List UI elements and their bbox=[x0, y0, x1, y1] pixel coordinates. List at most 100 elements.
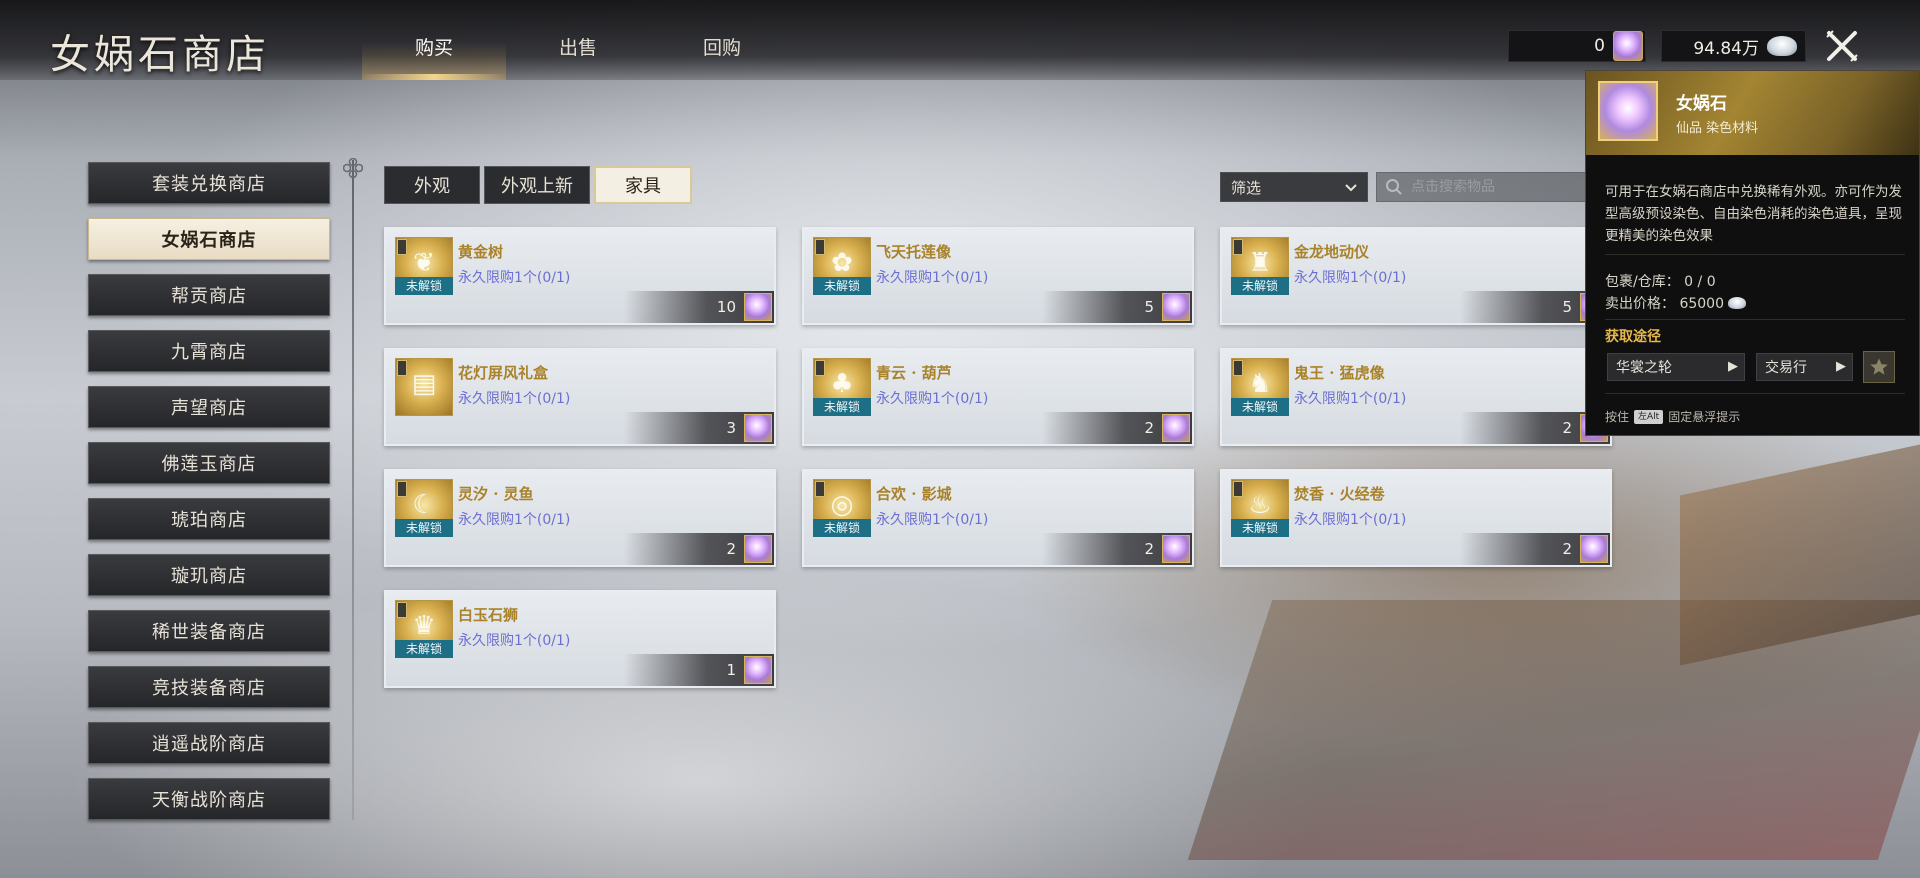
star-icon bbox=[1870, 358, 1888, 375]
sidebar-item-reputation[interactable]: 声望商店 bbox=[88, 386, 330, 428]
currency-nuwa-stone: 0 bbox=[1508, 30, 1646, 62]
item-name: 飞天托莲像 bbox=[876, 243, 952, 261]
item-name: 金龙地动仪 bbox=[1294, 243, 1370, 261]
sidebar-item-amber[interactable]: 琥珀商店 bbox=[88, 498, 330, 540]
search-input[interactable] bbox=[1409, 178, 1583, 196]
item-card[interactable]: ♛ 未解锁 白玉石狮 永久限购1个(0/1) 1 bbox=[384, 590, 776, 688]
search-icon bbox=[1386, 179, 1402, 195]
item-card[interactable]: ♨ 未解锁 焚香 · 火经卷 永久限购1个(0/1) 2 bbox=[1220, 469, 1612, 567]
sidebar-item-nuwa-stone[interactable]: 女娲石商店 bbox=[88, 218, 330, 260]
item-name: 合欢 · 影城 bbox=[876, 485, 952, 503]
nuwa-stone-icon bbox=[744, 293, 772, 321]
tab-new-appearance[interactable]: 外观上新 bbox=[484, 166, 590, 204]
tab-appearance[interactable]: 外观 bbox=[384, 166, 480, 204]
locked-badge: 未解锁 bbox=[813, 398, 871, 416]
alt-key-icon: 左Alt bbox=[1634, 409, 1664, 424]
item-price: 10 bbox=[624, 291, 774, 323]
sidebar-item-jiuxiao[interactable]: 九霄商店 bbox=[88, 330, 330, 372]
shop-sidebar: 套装兑换商店 女娲石商店 帮贡商店 九霄商店 声望商店 佛莲玉商店 琥珀商店 璇… bbox=[88, 162, 330, 834]
sidebar-item-rare-equipment[interactable]: 稀世装备商店 bbox=[88, 610, 330, 652]
favorite-star-button[interactable] bbox=[1863, 351, 1895, 383]
item-price-value: 10 bbox=[716, 298, 736, 316]
nuwa-stone-icon bbox=[1162, 414, 1190, 442]
item-price: 1 bbox=[624, 654, 774, 686]
tooltip-bag-storage: 包裹/仓库： 0 / 0 bbox=[1605, 274, 1716, 290]
item-purchase-limit: 永久限购1个(0/1) bbox=[458, 512, 571, 528]
locked-badge: 未解锁 bbox=[1231, 398, 1289, 416]
locked-badge: 未解锁 bbox=[395, 519, 453, 537]
tooltip-item-subtitle: 仙品 染色材料 bbox=[1676, 121, 1759, 136]
sidebar-item-xuanji[interactable]: 璇玑商店 bbox=[88, 554, 330, 596]
nuwa-stone-icon bbox=[1162, 535, 1190, 563]
item-purchase-limit: 永久限购1个(0/1) bbox=[876, 270, 989, 286]
item-name: 青云 · 葫芦 bbox=[876, 364, 952, 382]
triangle-right-icon: ▶ bbox=[1836, 359, 1846, 374]
currency-silver: 94.84万 bbox=[1661, 30, 1806, 62]
item-price-value: 5 bbox=[1144, 298, 1154, 316]
item-price: 5 bbox=[1042, 291, 1192, 323]
tooltip-source-title: 获取途径 bbox=[1605, 329, 1661, 345]
item-card[interactable]: ♜ 未解锁 金龙地动仪 永久限购1个(0/1) 5 bbox=[1220, 227, 1612, 325]
item-price-value: 2 bbox=[726, 540, 736, 558]
tooltip-sell-price: 卖出价格： 65000 bbox=[1605, 296, 1724, 312]
locked-badge: 未解锁 bbox=[395, 640, 453, 658]
item-price-value: 2 bbox=[1562, 419, 1572, 437]
source-label: 华裳之轮 bbox=[1616, 360, 1672, 376]
lantern-screen-giftbox-icon: ▤ bbox=[395, 358, 453, 416]
tab-furniture[interactable]: 家具 bbox=[594, 166, 692, 204]
nuwa-stone-icon bbox=[744, 656, 772, 684]
tab-buy[interactable]: 购买 bbox=[362, 0, 506, 80]
filter-dropdown[interactable]: 筛选 bbox=[1220, 172, 1368, 202]
tooltip-item-name: 女娲石 bbox=[1676, 94, 1727, 114]
item-card[interactable]: ♞ 未解锁 鬼王 · 猛虎像 永久限购1个(0/1) 2 bbox=[1220, 348, 1612, 446]
tooltip-header: 女娲石 仙品 染色材料 bbox=[1586, 71, 1919, 155]
item-price-value: 1 bbox=[726, 661, 736, 679]
item-price-value: 5 bbox=[1562, 298, 1572, 316]
item-purchase-limit: 永久限购1个(0/1) bbox=[1294, 391, 1407, 407]
currency-nuwa-stone-amount: 0 bbox=[1594, 36, 1605, 56]
item-card[interactable]: ❦ 未解锁 黄金树 永久限购1个(0/1) 10 bbox=[384, 227, 776, 325]
item-purchase-limit: 永久限购1个(0/1) bbox=[1294, 270, 1407, 286]
item-card[interactable]: ✿ 未解锁 飞天托莲像 永久限购1个(0/1) 5 bbox=[802, 227, 1194, 325]
source-button-trading-house[interactable]: 交易行 ▶ bbox=[1756, 353, 1853, 381]
locked-badge: 未解锁 bbox=[1231, 277, 1289, 295]
close-button[interactable] bbox=[1822, 26, 1862, 66]
sidebar-item-guild-contribution[interactable]: 帮贡商店 bbox=[88, 274, 330, 316]
item-card[interactable]: ☾ 未解锁 灵汐 · 灵鱼 永久限购1个(0/1) 2 bbox=[384, 469, 776, 567]
tooltip-divider bbox=[1605, 393, 1905, 394]
shop-title: 女娲石商店 bbox=[50, 32, 270, 78]
triangle-right-icon: ▶ bbox=[1728, 359, 1738, 374]
item-card[interactable]: ▤ 花灯屏风礼盒 永久限购1个(0/1) 3 bbox=[384, 348, 776, 446]
filter-label: 筛选 bbox=[1231, 178, 1262, 197]
item-card[interactable]: ◎ 未解锁 合欢 · 影城 永久限购1个(0/1) 2 bbox=[802, 469, 1194, 567]
sidebar-item-suit-exchange[interactable]: 套装兑换商店 bbox=[88, 162, 330, 204]
sidebar-item-folianyu[interactable]: 佛莲玉商店 bbox=[88, 442, 330, 484]
item-price-value: 3 bbox=[726, 419, 736, 437]
category-tabs: 外观 外观上新 家具 bbox=[384, 166, 696, 204]
tooltip-pin-hint: 按住 左Alt 固定悬浮提示 bbox=[1605, 408, 1740, 425]
search-box bbox=[1376, 172, 1596, 202]
item-purchase-limit: 永久限购1个(0/1) bbox=[876, 512, 989, 528]
tooltip-description: 可用于在女娲石商店中兑换稀有外观。亦可作为发型高级预设染色、自由染色消耗的染色道… bbox=[1605, 184, 1902, 244]
item-purchase-limit: 永久限购1个(0/1) bbox=[1294, 512, 1407, 528]
item-card[interactable]: ♣ 未解锁 青云 · 葫芦 永久限购1个(0/1) 2 bbox=[802, 348, 1194, 446]
tab-buyback[interactable]: 回购 bbox=[650, 0, 794, 80]
nuwa-stone-icon bbox=[1580, 535, 1608, 563]
item-purchase-limit: 永久限购1个(0/1) bbox=[458, 633, 571, 649]
nuwa-stone-icon bbox=[1598, 81, 1658, 141]
item-name: 焚香 · 火经卷 bbox=[1294, 485, 1385, 503]
locked-badge: 未解锁 bbox=[813, 519, 871, 537]
sidebar-item-tianheng-rank[interactable]: 天衡战阶商店 bbox=[88, 778, 330, 820]
item-name: 灵汐 · 灵鱼 bbox=[458, 485, 534, 503]
sidebar-item-xiaoyao-rank[interactable]: 逍遥战阶商店 bbox=[88, 722, 330, 764]
item-name: 黄金树 bbox=[458, 243, 504, 261]
source-button-huashang-wheel[interactable]: 华裳之轮 ▶ bbox=[1607, 353, 1745, 381]
item-purchase-limit: 永久限购1个(0/1) bbox=[458, 270, 571, 286]
locked-badge: 未解锁 bbox=[813, 277, 871, 295]
tab-sell[interactable]: 出售 bbox=[506, 0, 650, 80]
sidebar-item-arena-equipment[interactable]: 竞技装备商店 bbox=[88, 666, 330, 708]
item-price: 2 bbox=[1042, 533, 1192, 565]
tooltip-sell-price-row: 卖出价格： 65000 bbox=[1605, 293, 1746, 313]
knot-ornament-icon bbox=[343, 158, 363, 178]
chevron-down-icon bbox=[1345, 184, 1357, 192]
